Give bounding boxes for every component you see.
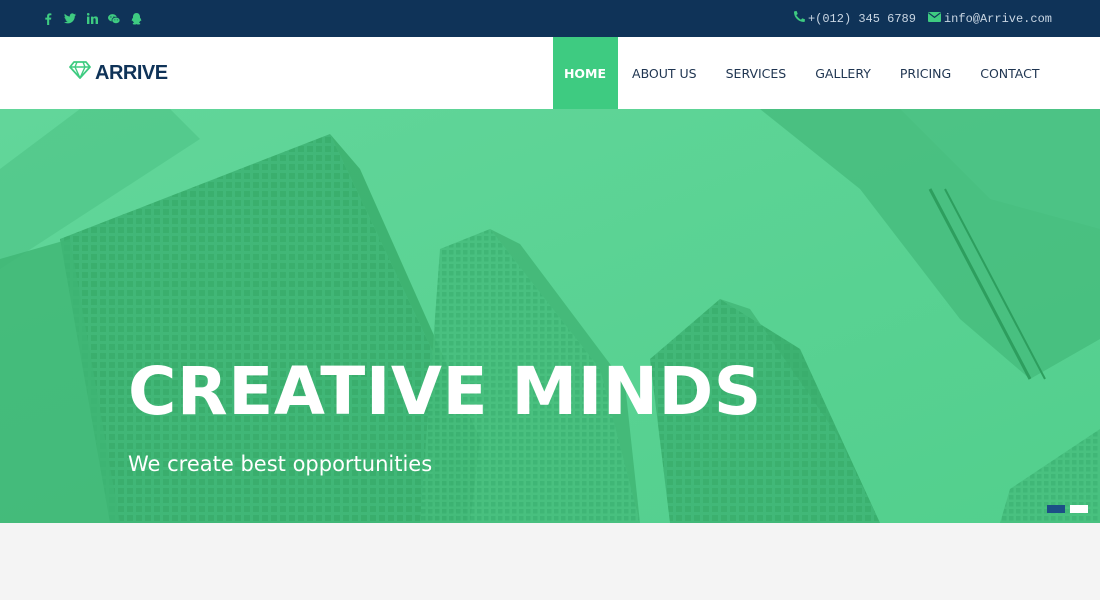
diamond-icon xyxy=(69,61,91,85)
brand-name: ARRIVE xyxy=(95,61,168,84)
qq-icon[interactable] xyxy=(130,12,142,25)
phone-icon xyxy=(793,10,805,26)
nav-item-pricing[interactable]: PRICING xyxy=(885,37,965,109)
nav-item-contact[interactable]: CONTACT xyxy=(966,37,1054,109)
envelope-icon xyxy=(927,11,941,26)
hero-subtitle: We create best opportunities xyxy=(128,452,433,476)
twitter-icon[interactable] xyxy=(64,13,76,25)
slider-pagination xyxy=(1047,505,1088,513)
nav-item-gallery[interactable]: GALLERY xyxy=(801,37,886,109)
wechat-icon[interactable] xyxy=(108,13,120,25)
email-address: info@Arrive.com xyxy=(943,11,1052,26)
hero-title: CREATIVE MINDS xyxy=(128,353,762,430)
phone-number: +(012) 345 6789 xyxy=(807,11,916,26)
main-nav: HOME ABOUT US SERVICES GALLERY PRICING C… xyxy=(552,37,1054,109)
contact-info: +(012) 345 6789 info@Arrive.com xyxy=(793,10,1052,26)
linkedin-icon[interactable] xyxy=(86,13,98,25)
brand-logo[interactable]: ARRIVE xyxy=(69,61,168,85)
slide-dot-2[interactable] xyxy=(1070,505,1088,513)
hero-slider: CREATIVE MINDS We create best opportunit… xyxy=(0,109,1100,523)
nav-item-services[interactable]: SERVICES xyxy=(711,37,801,109)
email-contact[interactable]: info@Arrive.com xyxy=(927,11,1052,26)
top-bar: +(012) 345 6789 info@Arrive.com xyxy=(0,0,1100,37)
facebook-icon[interactable] xyxy=(42,12,54,25)
nav-item-about-us[interactable]: ABOUT US xyxy=(618,37,712,109)
nav-item-home[interactable]: HOME xyxy=(552,37,618,109)
site-header: ARRIVE HOME ABOUT US SERVICES GALLERY PR… xyxy=(0,37,1100,109)
slide-dot-1[interactable] xyxy=(1047,505,1065,513)
phone-contact[interactable]: +(012) 345 6789 xyxy=(793,10,916,26)
social-links xyxy=(42,12,142,25)
